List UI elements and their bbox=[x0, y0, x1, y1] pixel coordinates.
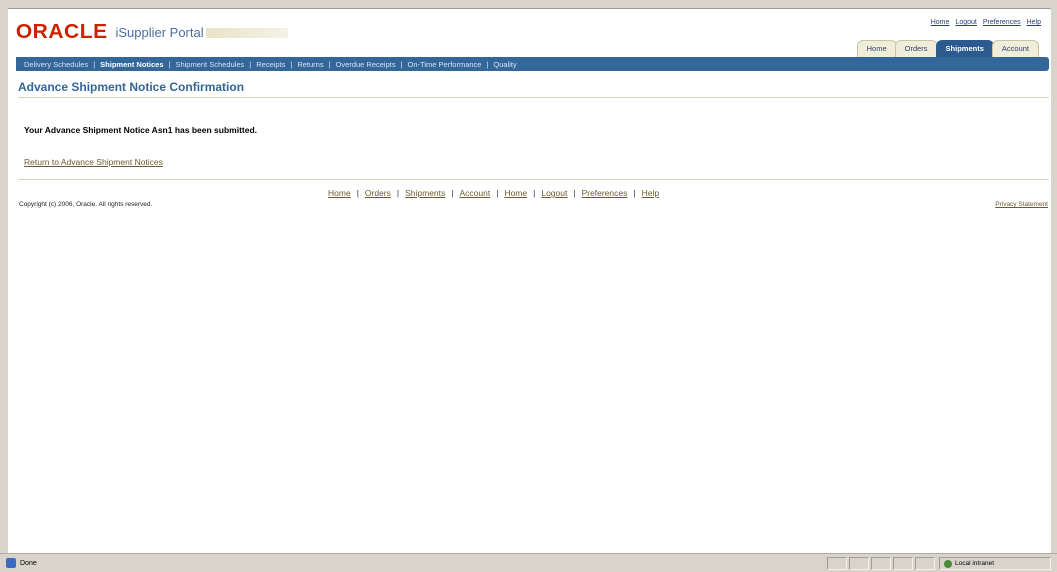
global-link-home[interactable]: Home bbox=[931, 19, 950, 26]
return-link[interactable]: Return to Advance Shipment Notices bbox=[24, 157, 163, 167]
status-panel bbox=[871, 557, 891, 570]
status-panel bbox=[849, 557, 869, 570]
security-zone: Local intranet bbox=[939, 557, 1051, 570]
subnav-delivery-schedules[interactable]: Delivery Schedules bbox=[24, 60, 88, 69]
subnav-on-time-performance[interactable]: On-Time Performance bbox=[408, 60, 482, 69]
status-panel bbox=[827, 557, 847, 570]
footer-separator: | bbox=[573, 188, 576, 198]
global-link-help[interactable]: Help bbox=[1027, 19, 1041, 26]
footer-link-home[interactable]: Home bbox=[328, 188, 351, 198]
footer-separator: | bbox=[451, 188, 454, 198]
page-title: Advance Shipment Notice Confirmation bbox=[18, 80, 245, 94]
browser-status-bar: Done Local intranet bbox=[0, 553, 1057, 572]
footer-separator: | bbox=[496, 188, 499, 198]
footer-link-preferences[interactable]: Preferences bbox=[582, 188, 628, 198]
page-done-icon bbox=[6, 558, 16, 568]
footer-link-shipments[interactable]: Shipments bbox=[405, 188, 445, 198]
footer-separator: | bbox=[533, 188, 536, 198]
subnav-separator: | bbox=[328, 59, 331, 69]
status-panel bbox=[915, 557, 935, 570]
browser-frame-top bbox=[0, 0, 1057, 9]
browser-frame-right bbox=[1051, 8, 1057, 553]
title-divider bbox=[18, 97, 1049, 98]
subnav-overdue-receipts[interactable]: Overdue Receipts bbox=[336, 60, 396, 69]
tab-account[interactable]: Account bbox=[991, 40, 1039, 57]
zone-text: Local intranet bbox=[955, 560, 995, 567]
global-links: Home Logout Preferences Help bbox=[931, 19, 1041, 26]
copyright: Copyright (c) 2006, Oracle. All rights r… bbox=[19, 201, 153, 208]
subnav-quality[interactable]: Quality bbox=[493, 60, 516, 69]
footer-link-orders[interactable]: Orders bbox=[365, 188, 391, 198]
global-link-logout[interactable]: Logout bbox=[955, 19, 976, 26]
subnav-separator: | bbox=[400, 59, 403, 69]
brand-bar bbox=[205, 27, 288, 38]
subnav-receipts[interactable]: Receipts bbox=[256, 60, 285, 69]
tab-bar: Home Orders Shipments Account bbox=[856, 40, 1039, 57]
subnav-shipment-notices[interactable]: Shipment Notices bbox=[100, 60, 163, 69]
product-name: iSupplier Portal bbox=[115, 25, 204, 40]
footer-separator: | bbox=[633, 188, 636, 198]
footer-link-account[interactable]: Account bbox=[460, 188, 491, 198]
subnav-separator: | bbox=[168, 59, 171, 69]
privacy-statement-link[interactable]: Privacy Statement bbox=[995, 201, 1048, 208]
footer-link-logout[interactable]: Logout bbox=[541, 188, 567, 198]
status-text: Done bbox=[20, 559, 37, 567]
browser-frame-left bbox=[0, 8, 8, 553]
subnav-shipment-schedules[interactable]: Shipment Schedules bbox=[175, 60, 244, 69]
page-content: ORACLE iSupplier Portal Home Logout Pref… bbox=[8, 9, 1051, 553]
global-link-preferences[interactable]: Preferences bbox=[983, 19, 1021, 26]
subnav-separator: | bbox=[249, 59, 252, 69]
sub-navigation: Delivery Schedules | Shipment Notices | … bbox=[16, 57, 1049, 71]
brand: ORACLE iSupplier Portal bbox=[15, 21, 288, 44]
tab-home[interactable]: Home bbox=[856, 40, 897, 57]
intranet-zone-icon bbox=[944, 559, 952, 568]
subnav-separator: | bbox=[290, 59, 293, 69]
confirmation-message: Your Advance Shipment Notice Asn1 has be… bbox=[24, 125, 258, 135]
footer-separator: | bbox=[356, 188, 359, 198]
subnav-separator: | bbox=[93, 59, 96, 69]
subnav-separator: | bbox=[486, 59, 489, 69]
status-panels bbox=[827, 557, 935, 570]
tab-shipments[interactable]: Shipments bbox=[935, 40, 994, 57]
tab-orders[interactable]: Orders bbox=[894, 40, 938, 57]
footer-divider bbox=[18, 179, 1049, 180]
footer-link-help[interactable]: Help bbox=[642, 188, 659, 198]
footer-separator: | bbox=[396, 188, 400, 198]
subnav-returns[interactable]: Returns bbox=[297, 60, 323, 69]
status-panel bbox=[893, 557, 913, 570]
footer-link-home-2[interactable]: Home bbox=[504, 188, 527, 198]
oracle-logo: ORACLE bbox=[15, 21, 108, 43]
footer-links: Home | Orders | Shipments | Account | Ho… bbox=[328, 188, 659, 198]
